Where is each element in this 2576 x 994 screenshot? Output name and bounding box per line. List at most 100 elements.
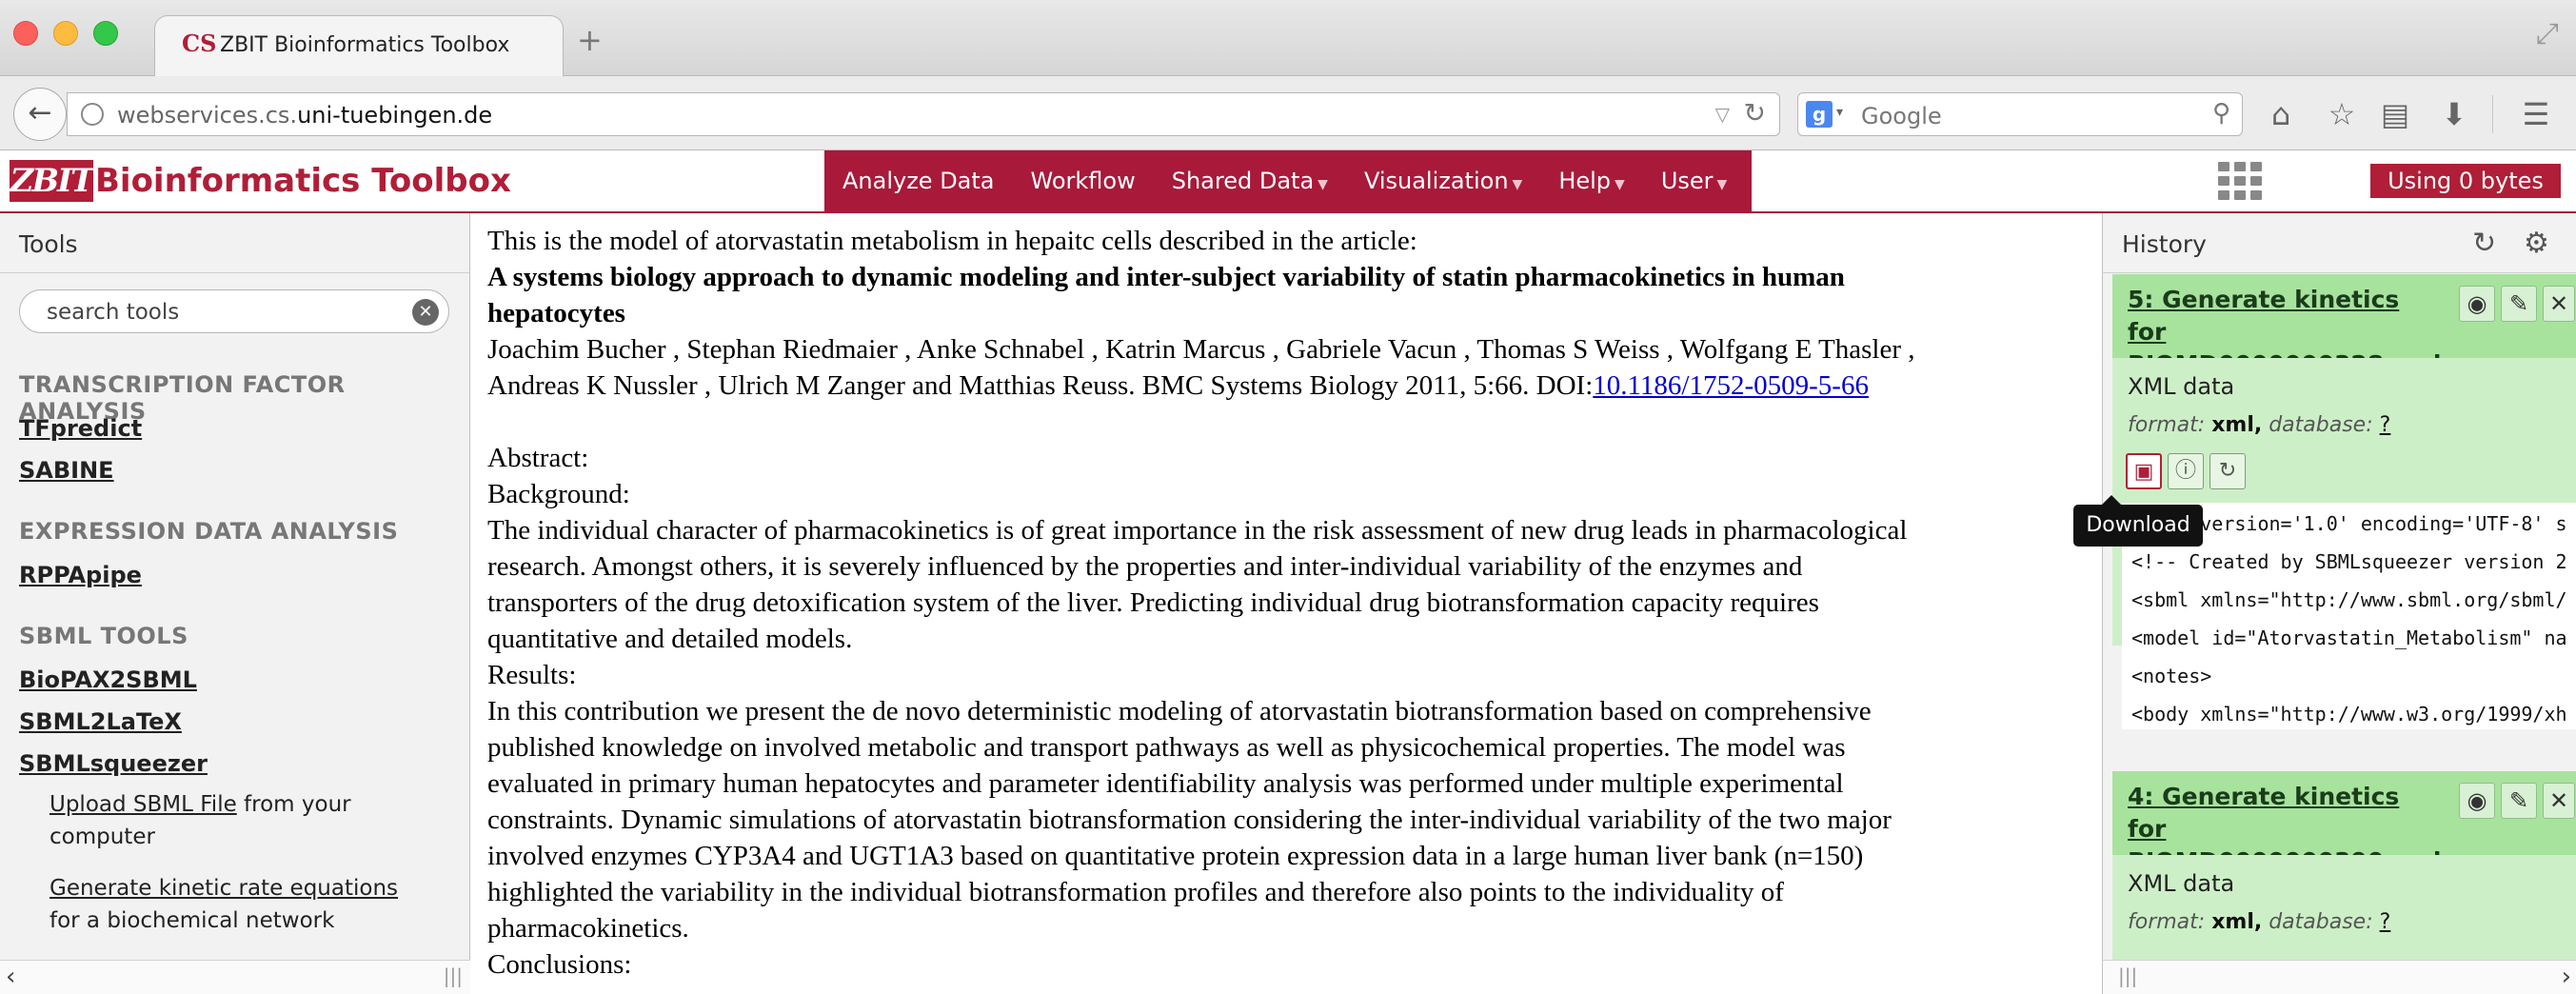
chevron-down-icon[interactable]: ▾ [1836,105,1843,120]
database-link[interactable]: ? [2380,910,2391,934]
url-bar[interactable]: webservices.cs.uni-tuebingen.de ▽ ↻ [67,92,1780,136]
tool-tfpredict[interactable]: TFpredict [19,415,142,442]
results-text: published knowledge on involved metaboli… [487,732,1846,763]
download-tooltip: Download [2073,495,2203,547]
dataset-format: format: xml, database: ? [2128,413,2391,437]
peek-line: <notes> [2131,665,2212,687]
reload-icon[interactable]: ↻ [1744,97,1766,129]
url-text: webservices.cs.uni-tuebingen.de [117,102,493,129]
tool-generate-kinetics: Generate kinetic rate equations for a bi… [50,876,399,933]
refresh-icon[interactable]: ↻ [2472,227,2496,260]
scratchbook-grid-icon[interactable] [2218,162,2262,202]
chevron-right-icon[interactable]: › [2562,963,2571,991]
pencil-icon[interactable]: ✎ [2501,783,2537,819]
zoom-window-button[interactable] [93,21,118,46]
clear-icon[interactable]: ✕ [412,299,439,326]
history-title: History [2122,230,2207,258]
new-tab-button[interactable]: + [577,25,603,55]
reading-list-icon[interactable]: ▤ [2376,95,2414,133]
drag-handle-icon[interactable]: ||| [2118,964,2137,987]
background-text: The individual character of pharmacokine… [487,515,1908,546]
chevron-down-icon: ▼ [1512,177,1523,192]
doi-link[interactable]: 10.1186/1752-0509-5-66 [1593,370,1869,401]
zbit-logo[interactable]: ZBIT [10,160,94,202]
nav-analyze-data[interactable]: Analyze Data [824,150,1013,211]
tool-panel: Tools search tools ✕ TRANSCRIPTION FACTO… [0,213,470,994]
chevron-down-icon: ▼ [1318,177,1328,192]
background-text: quantitative and detailed models. [487,624,853,654]
tool-sabine[interactable]: SABINE [19,457,114,484]
toolbar-divider [2492,95,2493,133]
delete-icon[interactable]: ✕ [2543,783,2575,819]
dataset-body: XML data format: xml, database: ? ▣ ⓘ ↻ … [2112,358,2576,729]
browser-tab-bar: CS ZBIT Bioinformatics Toolbox + ⤢ [0,0,2576,76]
results-heading: Results: [487,660,577,690]
tool-search-placeholder: search tools [47,300,180,325]
upload-sbml-link[interactable]: Upload SBML File [50,792,237,817]
history-panel: History ↻ ⚙ 5: Generate kinetics forBIOM… [2102,213,2576,994]
dataset-format: format: xml, database: ? [2128,910,2391,934]
horizontal-scrollbar[interactable]: ||| › [2103,960,2576,994]
tool-search-input[interactable]: search tools ✕ [19,289,449,333]
quota-meter: Using 0 bytes [2370,164,2561,198]
back-icon[interactable]: ← [13,88,67,141]
home-icon[interactable]: ⌂ [2262,95,2300,133]
results-text: highlighted the variability in the indiv… [487,877,1784,907]
nav-visualization[interactable]: Visualization ▼ [1346,150,1540,211]
section-expression-data[interactable]: EXPRESSION DATA ANALYSIS [19,518,398,545]
gear-icon[interactable]: ⚙ [2524,227,2549,260]
menu-icon[interactable]: ☰ [2517,95,2555,133]
tool-upload-sbml: Upload SBML File from your computer [50,792,351,849]
background-text: research. Amongst others, it is severely… [487,551,1803,582]
favicon-icon: CS [182,30,217,57]
center-panel: This is the model of atorvastatin metabo… [472,213,2102,994]
background-text: transporters of the drug detoxification … [487,587,1819,618]
section-sbml-tools[interactable]: SBML TOOLS [19,623,188,649]
dataset-header[interactable]: 4: Generate kinetics forBIOMD0000000390.… [2112,771,2576,875]
download-icon[interactable]: ⬇ [2435,95,2473,133]
save-icon[interactable]: ▣ [2126,453,2162,489]
peek-line: <!-- Created by SBMLsqueezer version 2 [2131,550,2567,573]
info-icon[interactable]: ⓘ [2168,453,2204,489]
nav-shared-data[interactable]: Shared Data ▼ [1154,150,1346,211]
delete-icon[interactable]: ✕ [2543,286,2575,322]
search-bar[interactable]: g ▾ Google ⚲ [1797,92,2243,136]
intro-text: This is the model of atorvastatin metabo… [487,226,1417,256]
brand-title[interactable]: Bioinformatics Toolbox [95,162,511,200]
browser-tab[interactable]: CS ZBIT Bioinformatics Toolbox [154,15,564,76]
peek-line: <body xmlns="http://www.w3.org/1999/xh [2131,703,2567,726]
authors: Joachim Bucher , Stephan Riedmaier , Ank… [487,334,1915,365]
tool-rppapipe[interactable]: RPPApipe [19,562,142,588]
history-dataset: 4: Generate kinetics forBIOMD0000000390.… [2112,771,2576,960]
nav-help[interactable]: Help ▼ [1540,150,1643,211]
search-icon[interactable]: ⚲ [2212,99,2230,128]
tool-sbmlsqueezer[interactable]: SBMLsqueezer [19,750,208,777]
star-icon[interactable]: ☆ [2323,95,2361,133]
divider [2103,272,2576,273]
tool-biopax2sbml[interactable]: BioPAX2SBML [19,666,197,693]
search-input[interactable]: Google [1861,103,1942,129]
fullscreen-icon[interactable]: ⤢ [2536,17,2559,50]
minimize-window-button[interactable] [53,21,78,46]
dataset-type: XML data [2128,870,2235,897]
close-window-button[interactable] [13,21,38,46]
article-title-cont: hepatocytes [487,298,625,328]
nav-user[interactable]: User ▼ [1643,150,1745,211]
database-link[interactable]: ? [2380,413,2391,437]
pencil-icon[interactable]: ✎ [2501,286,2537,322]
search-engine-icon[interactable]: g [1806,101,1833,128]
dataset-header[interactable]: 5: Generate kinetics forBIOMD0000000328.… [2112,274,2576,378]
conclusions-heading: Conclusions: [487,949,632,980]
chevron-left-icon[interactable]: ‹ [6,963,15,991]
results-text: pharmacokinetics. [487,913,689,944]
url-dropdown-icon[interactable]: ▽ [1715,103,1730,126]
rerun-icon[interactable]: ↻ [2209,453,2246,489]
generate-kinetics-link[interactable]: Generate kinetic rate equations [50,876,398,901]
horizontal-scrollbar[interactable]: ‹ ||| [0,960,470,994]
tab-title: ZBIT Bioinformatics Toolbox [220,33,510,57]
eye-icon[interactable]: ◉ [2459,286,2495,322]
drag-handle-icon[interactable]: ||| [444,964,463,987]
eye-icon[interactable]: ◉ [2459,783,2495,819]
tool-sbml2latex[interactable]: SBML2LaTeX [19,708,182,735]
nav-workflow[interactable]: Workflow [1013,150,1154,211]
